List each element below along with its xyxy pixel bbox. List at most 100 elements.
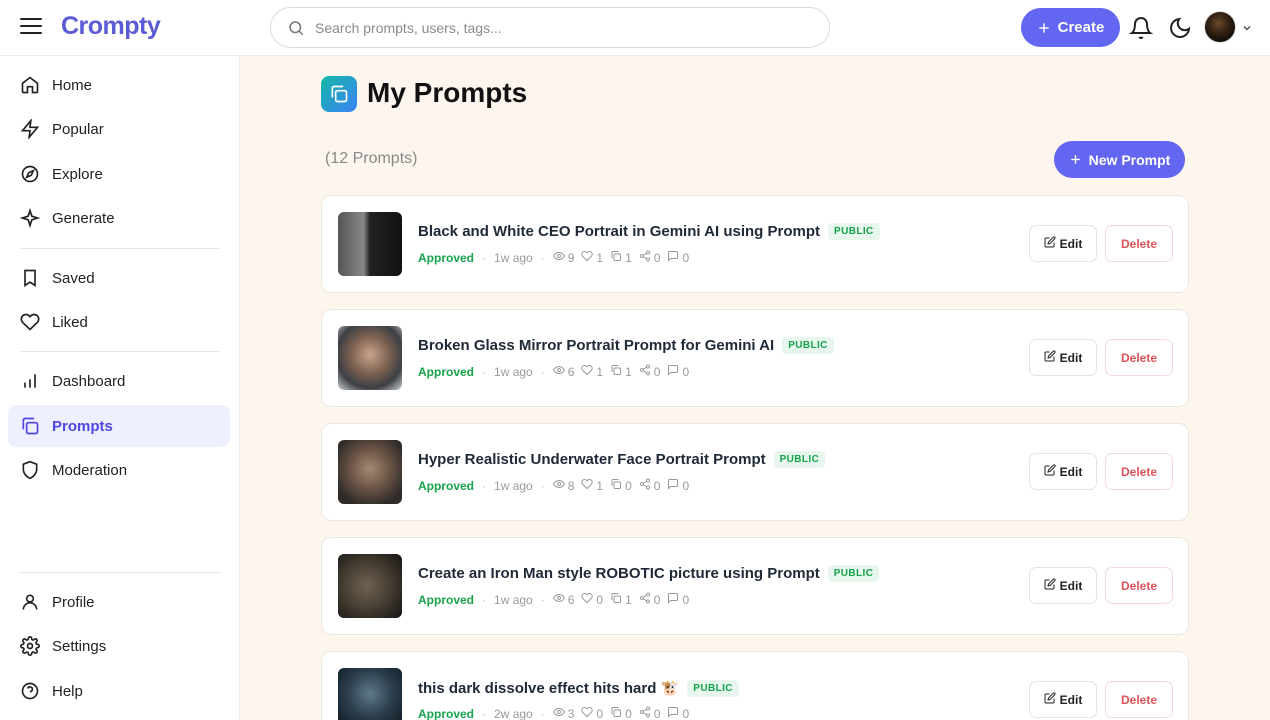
prompt-title-row: Black and White CEO Portrait in Gemini A… xyxy=(418,223,880,240)
sparkle-icon xyxy=(20,208,40,228)
bell-icon[interactable] xyxy=(1129,16,1153,40)
compass-icon xyxy=(21,165,39,183)
chevron-down-icon[interactable] xyxy=(1241,22,1253,34)
prompt-title[interactable]: this dark dissolve effect hits hard 🐮 xyxy=(418,679,679,697)
prompt-title[interactable]: Hyper Realistic Underwater Face Portrait… xyxy=(418,451,766,468)
heart-icon xyxy=(581,706,596,720)
comments-count: 0 xyxy=(682,364,690,379)
sidebar-divider xyxy=(20,572,220,573)
sidebar-item-help[interactable]: Help xyxy=(8,670,230,712)
prompt-thumbnail[interactable] xyxy=(338,554,402,618)
sidebar-item-generate[interactable]: Generate xyxy=(8,197,230,239)
share-icon xyxy=(639,592,654,607)
separator-dot: · xyxy=(540,592,545,607)
create-button-label: Create xyxy=(1057,19,1105,36)
visibility-badge: PUBLIC xyxy=(828,223,880,240)
user-avatar[interactable] xyxy=(1204,11,1236,43)
search-icon xyxy=(289,20,304,35)
views-stat: 6 xyxy=(552,364,574,379)
visibility-badge: PUBLIC xyxy=(687,679,739,697)
shares-stat: 0 xyxy=(639,706,660,720)
copies-stat: 0 xyxy=(610,706,632,720)
copies-stat: 1 xyxy=(610,592,632,607)
edit-label: Edit xyxy=(1059,464,1083,479)
share-icon xyxy=(639,364,654,379)
page-title: My Prompts xyxy=(367,77,528,108)
search-bar[interactable] xyxy=(270,7,830,48)
separator-dot: · xyxy=(540,706,545,720)
new-prompt-button[interactable]: New Prompt xyxy=(1054,141,1185,178)
prompt-card[interactable]: Hyper Realistic Underwater Face Portrait… xyxy=(321,423,1189,521)
sidebar-item-profile[interactable]: Profile xyxy=(8,581,230,623)
delete-button[interactable]: Delete xyxy=(1105,681,1173,718)
prompt-card[interactable]: this dark dissolve effect hits hard 🐮 PUB… xyxy=(321,651,1189,720)
sidebar-item-explore[interactable]: Explore xyxy=(8,153,230,195)
prompt-card[interactable]: Create an Iron Man style ROBOTIC picture… xyxy=(321,537,1189,635)
share-icon xyxy=(639,250,654,265)
prompt-title[interactable]: Broken Glass Mirror Portrait Prompt for … xyxy=(418,337,774,354)
delete-button[interactable]: Delete xyxy=(1105,339,1173,376)
edit-button[interactable]: Edit xyxy=(1029,681,1097,718)
sidebar-item-settings[interactable]: Settings xyxy=(8,625,230,667)
copy-icon xyxy=(22,417,39,435)
moon-icon[interactable] xyxy=(1168,16,1192,40)
create-button[interactable]: Create xyxy=(1021,8,1120,47)
status-label: Approved xyxy=(418,592,475,607)
copies-stat: 1 xyxy=(610,250,632,265)
prompt-meta: Approved · 2w ago · 3 0 0 0 0 xyxy=(418,706,696,720)
home-icon xyxy=(21,76,39,94)
heart-icon xyxy=(581,364,596,379)
sidebar-item-home[interactable]: Home xyxy=(8,64,230,106)
sidebar-item-prompts[interactable]: Prompts xyxy=(8,405,230,447)
prompt-thumbnail[interactable] xyxy=(338,668,402,720)
copy-icon xyxy=(610,364,625,379)
edit-button[interactable]: Edit xyxy=(1029,453,1097,490)
menu-icon[interactable] xyxy=(20,18,42,38)
shares-count: 0 xyxy=(653,364,661,379)
prompt-thumbnail[interactable] xyxy=(338,212,402,276)
sidebar-item-label: Prompts xyxy=(52,417,113,435)
copies-count: 1 xyxy=(625,592,632,607)
visibility-badge: PUBLIC xyxy=(773,451,826,468)
shares-stat: 0 xyxy=(639,364,661,379)
prompt-card[interactable]: Broken Glass Mirror Portrait Prompt for … xyxy=(321,309,1189,407)
likes-count: 1 xyxy=(596,250,604,265)
sidebar-item-label: Moderation xyxy=(52,461,128,479)
likes-stat: 0 xyxy=(581,706,603,720)
delete-button[interactable]: Delete xyxy=(1105,453,1173,490)
help-icon xyxy=(21,682,39,700)
prompt-title-row: Broken Glass Mirror Portrait Prompt for … xyxy=(418,337,834,354)
sidebar-item-liked[interactable]: Liked xyxy=(8,301,230,343)
likes-stat: 0 xyxy=(581,592,603,607)
comments-count: 0 xyxy=(682,592,690,607)
app-logo[interactable]: Crompty xyxy=(61,12,161,41)
eye-icon xyxy=(552,706,568,720)
sidebar-item-saved[interactable]: Saved xyxy=(8,257,230,299)
prompt-title-row: this dark dissolve effect hits hard 🐮 PUB… xyxy=(418,679,739,697)
edit-button[interactable]: Edit xyxy=(1029,225,1097,262)
sidebar-item-moderation[interactable]: Moderation xyxy=(8,449,230,491)
prompt-thumbnail[interactable] xyxy=(338,440,402,504)
delete-button[interactable]: Delete xyxy=(1105,225,1173,262)
prompt-card[interactable]: Black and White CEO Portrait in Gemini A… xyxy=(321,195,1189,293)
prompt-title[interactable]: Create an Iron Man style ROBOTIC picture… xyxy=(418,565,820,582)
delete-button[interactable]: Delete xyxy=(1105,567,1173,604)
edit-button[interactable]: Edit xyxy=(1029,567,1097,604)
prompt-count: (12 Prompts) xyxy=(325,150,418,167)
likes-stat: 1 xyxy=(581,478,603,493)
edit-icon xyxy=(1044,464,1056,479)
eye-icon xyxy=(552,364,568,379)
likes-count: 1 xyxy=(596,364,604,379)
sidebar-item-dashboard[interactable]: Dashboard xyxy=(8,360,230,402)
copy-icon xyxy=(610,250,625,265)
time-ago: 2w ago xyxy=(494,706,533,720)
edit-label: Edit xyxy=(1059,236,1083,251)
user-icon xyxy=(22,594,38,610)
shares-count: 0 xyxy=(653,478,661,493)
search-input[interactable] xyxy=(315,19,795,36)
status-label: Approved xyxy=(418,250,475,265)
sidebar-item-popular[interactable]: Popular xyxy=(8,108,230,150)
prompt-title[interactable]: Black and White CEO Portrait in Gemini A… xyxy=(418,223,820,240)
prompt-thumbnail[interactable] xyxy=(338,326,402,390)
edit-button[interactable]: Edit xyxy=(1029,339,1097,376)
